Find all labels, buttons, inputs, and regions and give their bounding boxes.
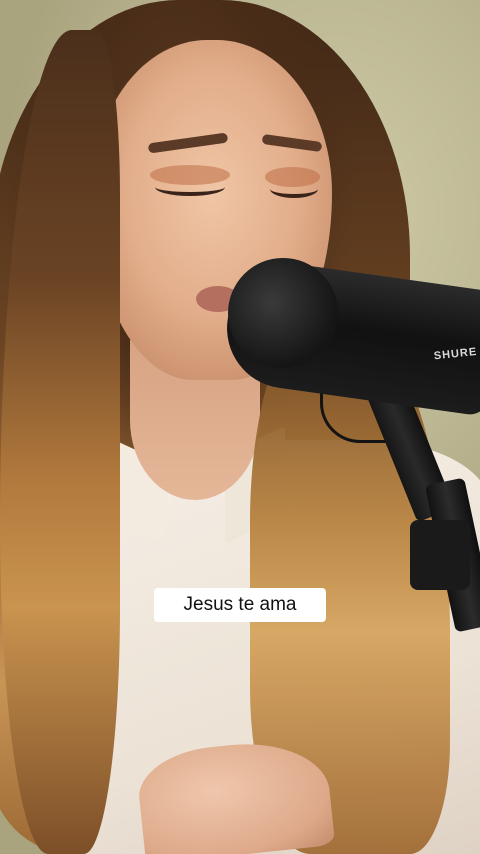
video-caption: Jesus te ama — [154, 588, 326, 622]
mic-stand-clamp — [410, 520, 470, 590]
eye-left — [155, 178, 225, 196]
video-frame[interactable]: SHURE Jesus te ama — [0, 0, 480, 854]
eye-right — [270, 180, 318, 198]
microphone-grille — [228, 258, 338, 368]
